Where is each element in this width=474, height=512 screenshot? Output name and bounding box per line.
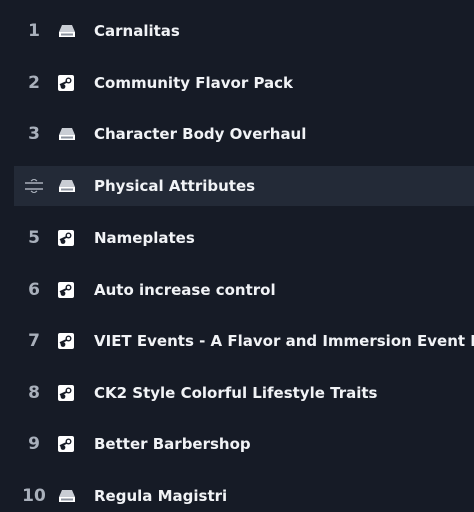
mod-load-order-list: 1 Carnalitas 2 Community Flavor Pack 3 C… — [0, 0, 474, 512]
mod-row[interactable]: 8 CK2 Style Colorful Lifestyle Traits — [14, 373, 474, 413]
load-order-number: 8 — [28, 383, 40, 403]
steam-icon — [54, 436, 94, 452]
mod-name: Auto increase control — [94, 281, 276, 299]
load-order-number: 2 — [28, 73, 40, 93]
local-drive-icon — [54, 127, 94, 141]
mod-row[interactable]: 1 Carnalitas — [14, 11, 474, 51]
mod-name: CK2 Style Colorful Lifestyle Traits — [94, 384, 378, 402]
mod-row[interactable]: 7 VIET Events - A Flavor and Immersion E… — [14, 321, 474, 361]
load-order-number: 7 — [28, 331, 40, 351]
load-order-number: 6 — [28, 280, 40, 300]
mod-row[interactable]: 10 Regula Magistri — [14, 476, 474, 512]
mod-name: Nameplates — [94, 229, 195, 247]
load-order-number: 3 — [28, 124, 40, 144]
mod-name: Regula Magistri — [94, 487, 228, 505]
mod-row[interactable]: 5 Nameplates — [14, 218, 474, 258]
load-order-number: 9 — [28, 434, 40, 454]
mod-name: Character Body Overhaul — [94, 125, 307, 143]
mod-row[interactable]: 9 Better Barbershop — [14, 424, 474, 464]
mod-name: Physical Attributes — [94, 177, 256, 195]
steam-icon — [54, 333, 94, 349]
mod-name: Better Barbershop — [94, 435, 251, 453]
drag-handle-icon[interactable] — [14, 179, 54, 193]
local-drive-icon — [54, 24, 94, 38]
mod-row[interactable]: Physical Attributes — [14, 166, 474, 206]
load-order-number: 10 — [22, 486, 46, 506]
mod-name: Carnalitas — [94, 22, 180, 40]
steam-icon — [54, 385, 94, 401]
steam-icon — [54, 230, 94, 246]
mod-name: Community Flavor Pack — [94, 74, 294, 92]
load-order-number: 5 — [28, 228, 40, 248]
steam-icon — [54, 75, 94, 91]
steam-icon — [54, 282, 94, 298]
mod-row[interactable]: 3 Character Body Overhaul — [14, 114, 474, 154]
local-drive-icon — [54, 489, 94, 503]
load-order-number: 1 — [28, 21, 40, 41]
mod-name: VIET Events - A Flavor and Immersion Eve… — [94, 332, 474, 350]
mod-row[interactable]: 2 Community Flavor Pack — [14, 63, 474, 103]
local-drive-icon — [54, 179, 94, 193]
mod-row[interactable]: 6 Auto increase control — [14, 270, 474, 310]
